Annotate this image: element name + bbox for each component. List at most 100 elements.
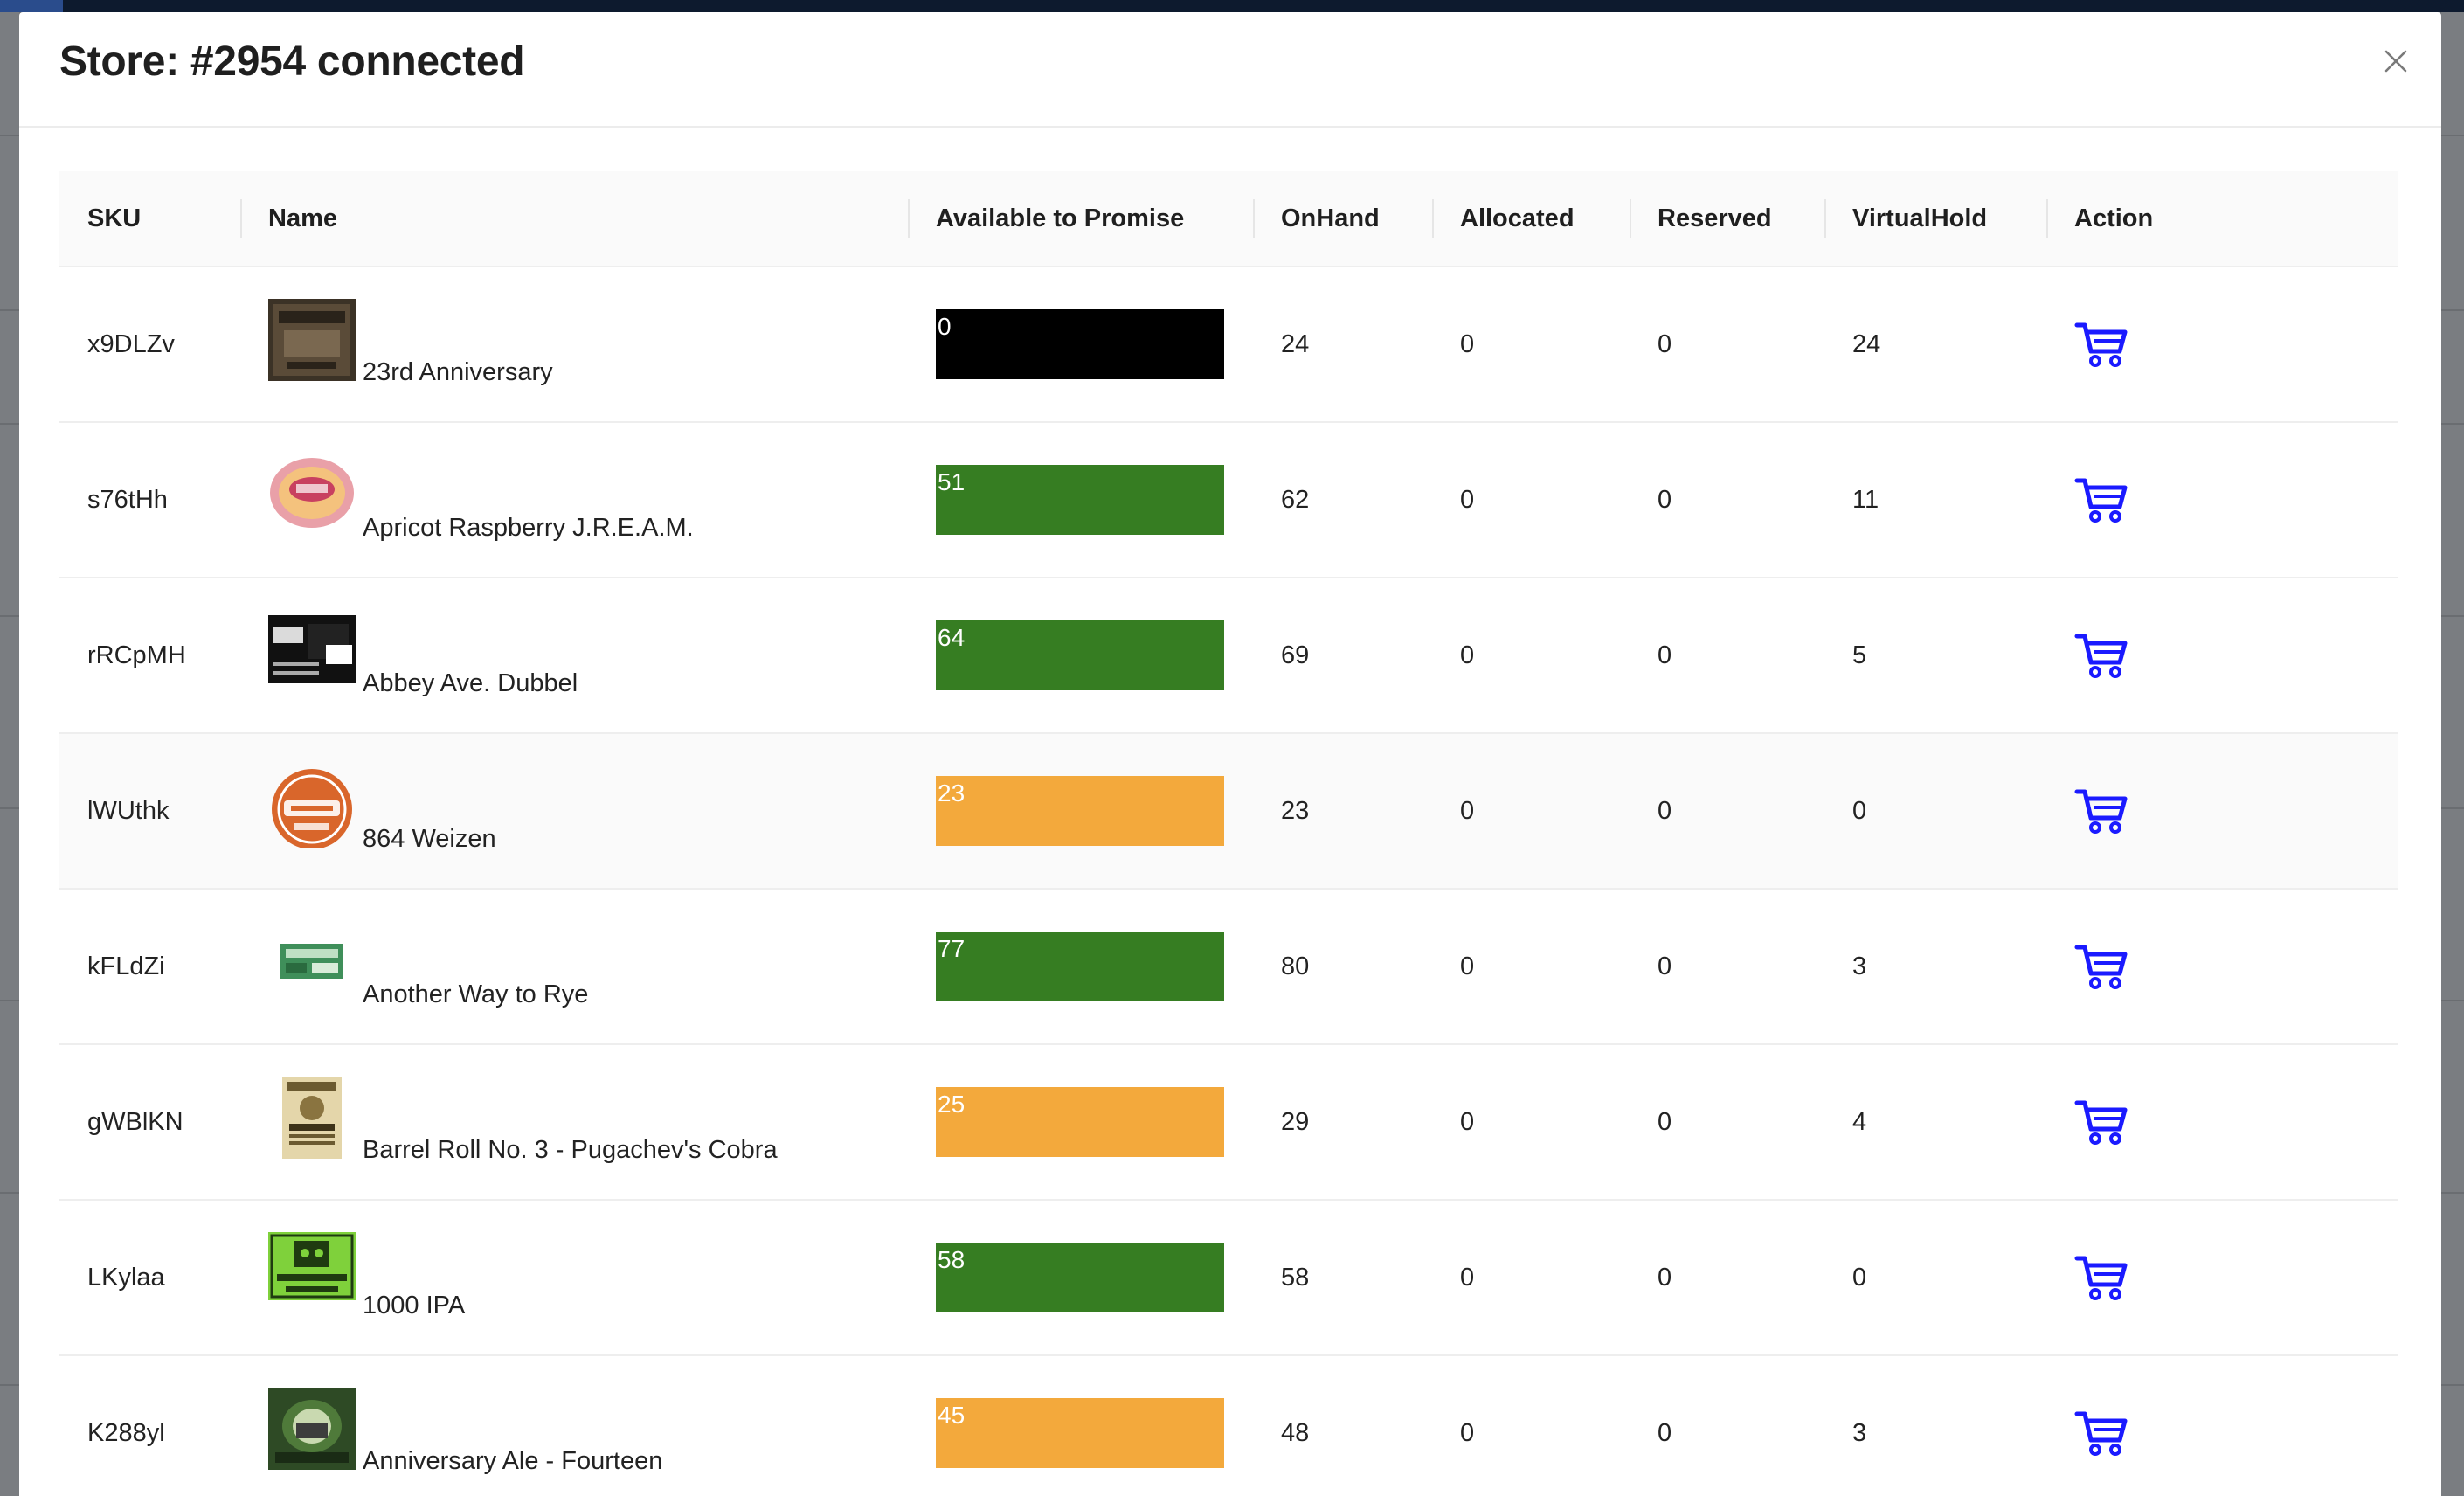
onhand-cell: 29 [1253,1044,1432,1201]
product-name: 1000 IPA [363,1292,466,1319]
reserved-cell: 0 [1630,889,1824,1045]
column-header-action: Action [2046,171,2398,267]
background-topbar [0,0,2464,12]
column-header-virtualhold[interactable]: VirtualHold [1824,171,2046,267]
name-cell: Anniversary Ale - Fourteen [240,1355,908,1496]
onhand-cell: 62 [1253,422,1432,578]
add-to-cart-button[interactable] [2074,942,2128,991]
sku-cell: K288yl [59,1355,240,1496]
beer-label-thumbnail [268,1232,356,1314]
beer-label-thumbnail [268,610,356,692]
allocated-cell: 0 [1432,889,1630,1045]
add-to-cart-button[interactable] [2074,786,2128,835]
reserved-cell: 0 [1630,1355,1824,1496]
column-header-atp[interactable]: Available to Promise [908,171,1253,267]
add-to-cart-button[interactable] [2074,1098,2128,1146]
store-inventory-modal: Store: #2954 connected SKU Name Availabl… [19,12,2441,1496]
add-to-cart-button[interactable] [2074,475,2128,524]
atp-value: 77 [938,935,966,962]
virtualhold-cell: 24 [1824,267,2046,423]
product-name: 23rd Anniversary [363,358,553,386]
cart-icon [2074,1256,2128,1300]
atp-bar: 77 [936,932,1224,1001]
sku-cell: s76tHh [59,422,240,578]
name-cell: Another Way to Rye [240,889,908,1045]
action-cell [2046,578,2398,734]
column-header-sku[interactable]: SKU [59,171,240,267]
beer-label-thumbnail [268,1077,356,1159]
cart-icon [2074,1100,2128,1145]
modal-title: Store: #2954 connected [59,38,525,85]
table-row: rRCpMH Abbey Ave. Dubbel 64 69 0 0 5 [59,578,2398,734]
atp-bar: 51 [936,465,1224,535]
product-name: Apricot Raspberry J.R.E.A.M. [363,514,694,542]
column-header-onhand[interactable]: OnHand [1253,171,1432,267]
action-cell [2046,267,2398,423]
column-header-allocated[interactable]: Allocated [1432,171,1630,267]
action-cell [2046,422,2398,578]
action-cell [2046,1355,2398,1496]
atp-value: 0 [938,313,952,340]
allocated-cell: 0 [1432,1355,1630,1496]
reserved-cell: 0 [1630,422,1824,578]
onhand-cell: 69 [1253,578,1432,734]
add-to-cart-button[interactable] [2074,320,2128,369]
beer-label-thumbnail [268,921,356,1003]
reserved-cell: 0 [1630,1044,1824,1201]
cart-icon [2074,789,2128,834]
onhand-cell: 80 [1253,889,1432,1045]
action-cell [2046,1044,2398,1201]
onhand-cell: 48 [1253,1355,1432,1496]
virtualhold-cell: 0 [1824,733,2046,890]
table-row: LKylaa 1000 IPA 58 58 0 0 0 [59,1200,2398,1356]
atp-cell: 64 [908,578,1253,734]
cart-icon [2074,1411,2128,1456]
beer-label-thumbnail [268,765,356,848]
add-to-cart-button[interactable] [2074,1409,2128,1458]
table-row: s76tHh Apricot Raspberry J.R.E.A.M. 51 6… [59,422,2398,578]
name-cell: 864 Weizen [240,733,908,890]
atp-bar: 0 [936,309,1224,379]
virtualhold-cell: 11 [1824,422,2046,578]
allocated-cell: 0 [1432,422,1630,578]
atp-bar: 58 [936,1243,1224,1312]
virtualhold-cell: 4 [1824,1044,2046,1201]
onhand-cell: 58 [1253,1200,1432,1356]
column-header-name[interactable]: Name [240,171,908,267]
reserved-cell: 0 [1630,267,1824,423]
add-to-cart-button[interactable] [2074,631,2128,680]
reserved-cell: 0 [1630,578,1824,734]
table-row: K288yl Anniversary Ale - Fourteen 45 48 … [59,1355,2398,1496]
background-right-column [2441,12,2464,1496]
atp-value: 58 [938,1246,966,1273]
column-header-reserved[interactable]: Reserved [1630,171,1824,267]
inventory-table-container: SKU Name Available to Promise OnHand All… [59,171,2398,1496]
action-cell [2046,733,2398,890]
virtualhold-cell: 3 [1824,1355,2046,1496]
atp-bar: 23 [936,776,1224,846]
sku-cell: LKylaa [59,1200,240,1356]
allocated-cell: 0 [1432,733,1630,890]
virtualhold-cell: 0 [1824,1200,2046,1356]
atp-bar: 64 [936,620,1224,690]
atp-cell: 0 [908,267,1253,423]
beer-label-thumbnail [268,299,356,381]
table-row: lWUthk 864 Weizen 23 23 0 0 0 [59,733,2398,890]
background-topbar-logo [0,0,63,12]
table-row: gWBlKN Barrel Roll No. 3 - Pugachev's Co… [59,1044,2398,1201]
table-row: x9DLZv 23rd Anniversary 0 24 0 0 24 [59,267,2398,423]
reserved-cell: 0 [1630,733,1824,890]
sku-cell: x9DLZv [59,267,240,423]
atp-value: 23 [938,779,966,807]
cart-icon [2074,322,2128,367]
atp-value: 51 [938,468,966,495]
virtualhold-cell: 5 [1824,578,2046,734]
inventory-table: SKU Name Available to Promise OnHand All… [59,171,2398,1496]
close-icon [2384,50,2407,73]
allocated-cell: 0 [1432,1200,1630,1356]
close-button[interactable] [2378,44,2413,79]
sku-cell: gWBlKN [59,1044,240,1201]
action-cell [2046,889,2398,1045]
atp-cell: 45 [908,1355,1253,1496]
add-to-cart-button[interactable] [2074,1253,2128,1302]
